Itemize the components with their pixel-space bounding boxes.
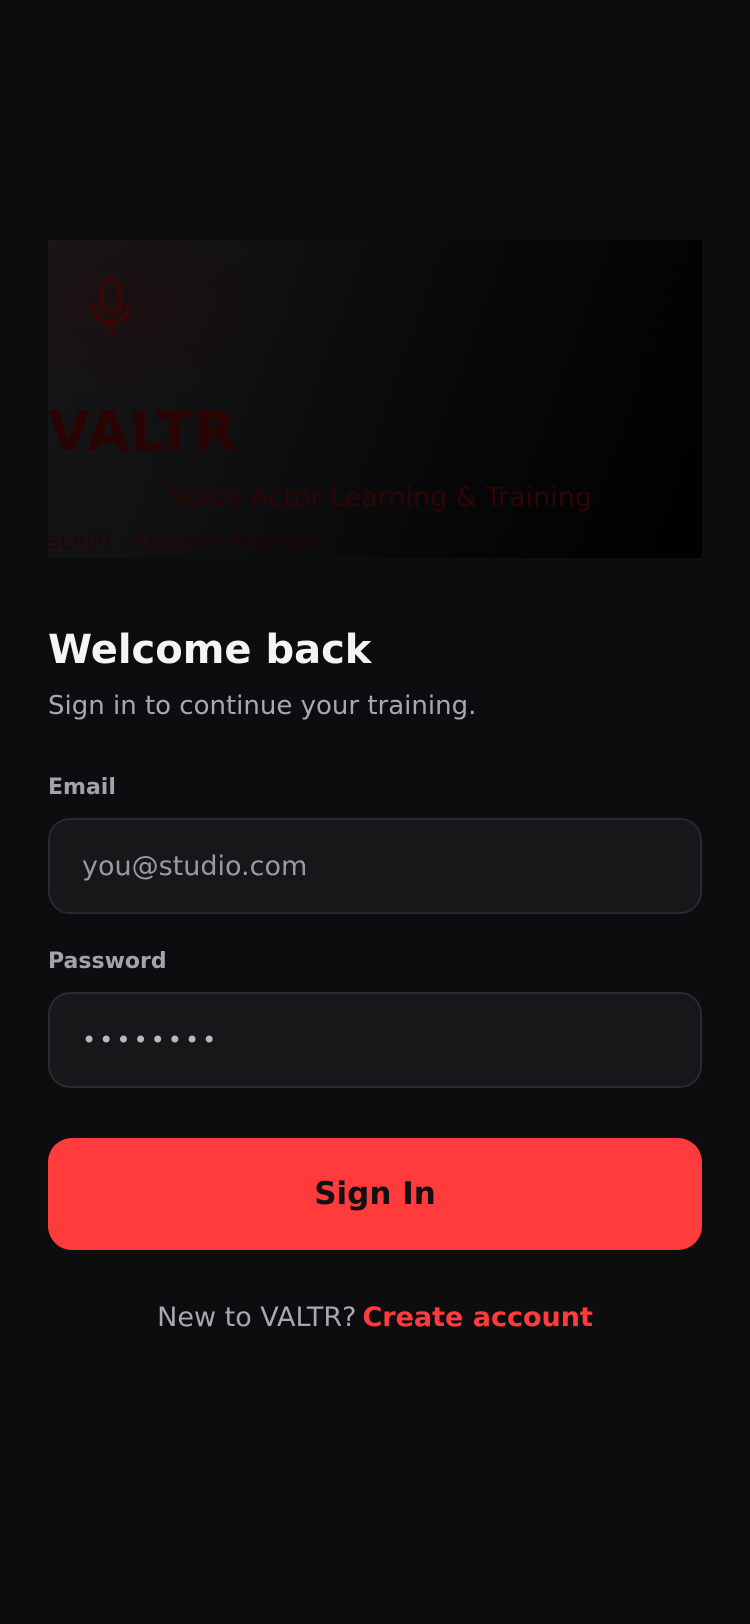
hero-glow: [48, 240, 288, 400]
brand-tagline: Voice Actor Learning & Training: [170, 482, 593, 513]
email-field-container: [48, 818, 702, 914]
page-title: Welcome back: [48, 627, 372, 673]
brand-logo-text: VALTR: [48, 400, 237, 463]
signup-prompt: New to VALTR? Create account: [48, 1298, 702, 1338]
page-subtitle: Sign in to continue your training.: [48, 691, 477, 721]
microphone-icon: [92, 278, 130, 336]
password-field-container: [48, 992, 702, 1088]
signup-prompt-text: New to VALTR?: [157, 1302, 357, 1333]
email-field[interactable]: [82, 820, 672, 912]
password-field[interactable]: [82, 994, 672, 1086]
hero-caption: SCRIPT · RECORD · PERFORM: [48, 532, 323, 553]
hero-banner: VALTR Voice Actor Learning & Training SC…: [48, 240, 702, 558]
password-label: Password: [48, 949, 167, 974]
sign-in-button[interactable]: Sign In: [48, 1138, 702, 1250]
email-label: Email: [48, 775, 116, 800]
create-account-link[interactable]: Create account: [362, 1302, 592, 1333]
